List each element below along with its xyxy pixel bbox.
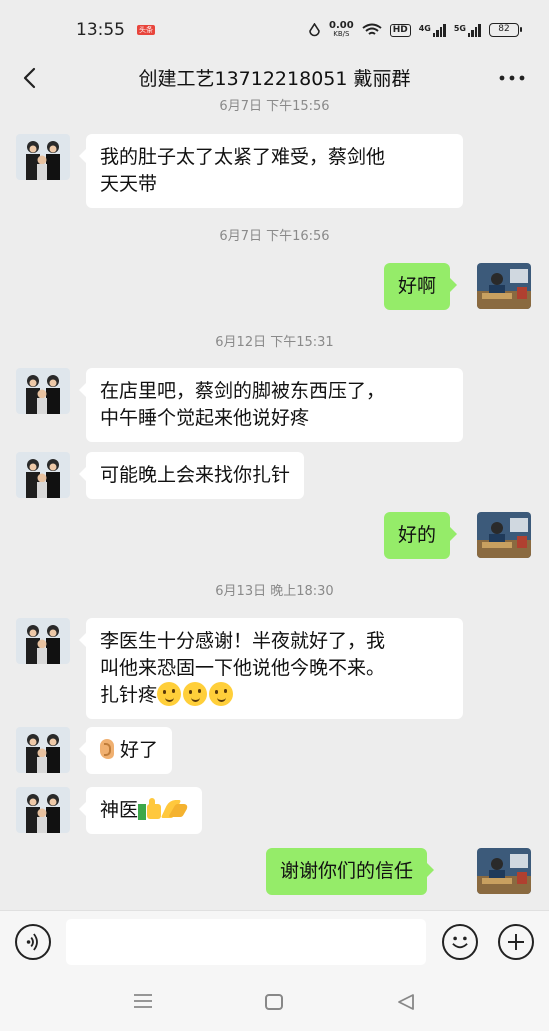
message-text: 我的肚子太了太紧了难受，蔡剑他 天天带 [100,146,386,195]
message-bubble-incoming[interactable]: 在店里吧，蔡剑的脚被东西压了， 中午睡个觉起来他说好疼 [79,368,463,442]
system-nav-bar [0,972,549,1031]
avatar[interactable] [16,787,70,833]
chat-title: 创建工艺13712218051 戴丽群 [138,68,411,90]
menu-icon[interactable] [133,993,153,1009]
message-bubble-outgoing[interactable]: 好啊 [384,263,458,310]
input-bar [0,910,549,972]
back-triangle-icon[interactable] [396,992,416,1012]
message-list[interactable]: 6月7日 下午15:56 我的肚子太了太紧了难受，蔡剑他 天天带 6月7日 下午… [0,98,549,910]
emoji-icon[interactable] [442,924,478,960]
message-text: 谢谢你们的信任 [280,860,414,882]
message-text: 好的 [398,524,437,546]
message-text: 扎针疼 [100,684,158,706]
timestamp: 6月7日 下午16:56 [219,229,330,244]
thinking-face-icon [157,682,182,706]
timestamp: 6月12日 下午15:31 [215,335,334,350]
signal-5g-icon: 5G [454,23,481,37]
status-bar: 13:55 头条 0.00 KB/S HD 4G 5G 82 [0,0,549,56]
message-text: 叫他来恐固一下他说他今晚不来。 [100,657,386,679]
thinking-face-icon [209,682,234,706]
avatar[interactable] [16,452,70,498]
message-bubble-incoming[interactable]: 好了 [78,727,173,774]
news-badge-icon: 头条 [137,25,155,35]
avatar[interactable] [16,134,70,180]
thumbs-up-icon [138,798,162,820]
message-bubble-outgoing[interactable]: 好的 [384,512,458,559]
message-bubble-incoming[interactable]: 我的肚子太了太紧了难受，蔡剑他 天天带 [79,134,463,208]
message-bubble-incoming[interactable]: 神医 [78,787,203,834]
my-avatar[interactable] [477,263,531,309]
my-avatar[interactable] [477,848,531,894]
message-text: 神医 [100,799,139,821]
timestamp: 6月13日 晚上18:30 [215,584,334,599]
plus-icon[interactable] [498,924,534,960]
more-icon[interactable] [497,66,527,90]
home-icon[interactable] [265,994,283,1010]
avatar[interactable] [16,618,70,664]
signal-4g-icon: 4G [419,23,446,37]
data-saver-icon [309,23,320,37]
status-icons: 0.00 KB/S HD 4G 5G 82 [308,18,522,42]
message-input[interactable] [66,919,426,965]
battery-icon: 82 [488,23,522,37]
message-text: 好啊 [398,275,437,297]
avatar[interactable] [16,368,70,414]
hd-icon: HD [389,23,411,37]
message-text: 可能晚上会来找你扎针 [100,464,291,486]
net-speed: 0.00 KB/S [329,20,354,39]
folded-hands-icon [162,798,188,820]
status-time: 13:55 [76,20,125,40]
message-bubble-incoming[interactable]: 李医生十分感谢！半夜就好了，我 叫他来恐固一下他说他今晚不来。 扎针疼 [79,618,463,719]
my-avatar[interactable] [477,512,531,558]
message-text: 在店里吧，蔡剑的脚被东西压了， 中午睡个觉起来他说好疼 [100,380,386,429]
ear-icon [100,739,114,759]
chat-header: 创建工艺13712218051 戴丽群 [0,56,549,100]
wifi-icon [362,23,382,35]
message-text: 李医生十分感谢！半夜就好了，我 [100,630,386,652]
message-text: 好了 [120,739,159,761]
message-bubble-incoming[interactable]: 可能晚上会来找你扎针 [78,452,305,499]
avatar[interactable] [16,727,70,773]
message-bubble-outgoing[interactable]: 谢谢你们的信任 [266,848,435,895]
thinking-face-icon [183,682,208,706]
voice-icon[interactable] [15,924,51,960]
timestamp-partial: 6月7日 下午15:56 [219,99,330,114]
